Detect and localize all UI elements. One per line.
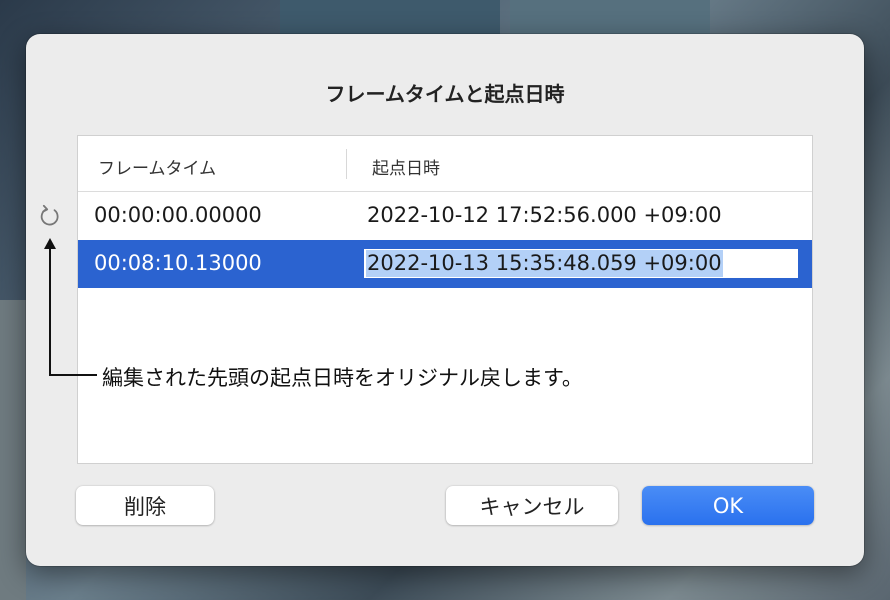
column-header-frame-time[interactable]: フレームタイム xyxy=(98,154,216,179)
delete-button[interactable]: 削除 xyxy=(76,486,214,525)
annotation-text: 編集された先頭の起点日時をオリジナル戻します。 xyxy=(102,366,583,390)
revert-icon[interactable] xyxy=(38,204,62,228)
background-panel xyxy=(0,300,26,600)
cancel-button[interactable]: キャンセル xyxy=(446,486,618,525)
column-divider[interactable] xyxy=(346,149,347,179)
start-datetime-edit-field[interactable]: 2022-10-13 15:35:48.059 +09:00 xyxy=(364,249,798,278)
dialog-window: フレームタイムと起点日時 フレームタイム 起点日時 00:00:00.00000… xyxy=(26,34,864,566)
column-header-start-datetime[interactable]: 起点日時 xyxy=(372,154,440,179)
table-row-selected[interactable]: 00:08:10.13000 2022-10-13 15:35:48.059 +… xyxy=(78,240,812,288)
start-datetime-cell[interactable]: 2022-10-12 17:52:56.000 +09:00 xyxy=(367,203,722,227)
table-row[interactable]: 00:00:00.00000 2022-10-12 17:52:56.000 +… xyxy=(78,192,812,240)
ok-button[interactable]: OK xyxy=(642,486,814,525)
table-header: フレームタイム 起点日時 xyxy=(78,136,812,192)
frame-time-table[interactable]: フレームタイム 起点日時 00:00:00.00000 2022-10-12 1… xyxy=(77,135,813,464)
frame-time-cell: 00:08:10.13000 xyxy=(94,251,262,275)
start-datetime-edit-text[interactable]: 2022-10-13 15:35:48.059 +09:00 xyxy=(366,250,723,277)
dialog-title: フレームタイムと起点日時 xyxy=(325,82,565,106)
frame-time-cell: 00:00:00.00000 xyxy=(94,203,262,227)
